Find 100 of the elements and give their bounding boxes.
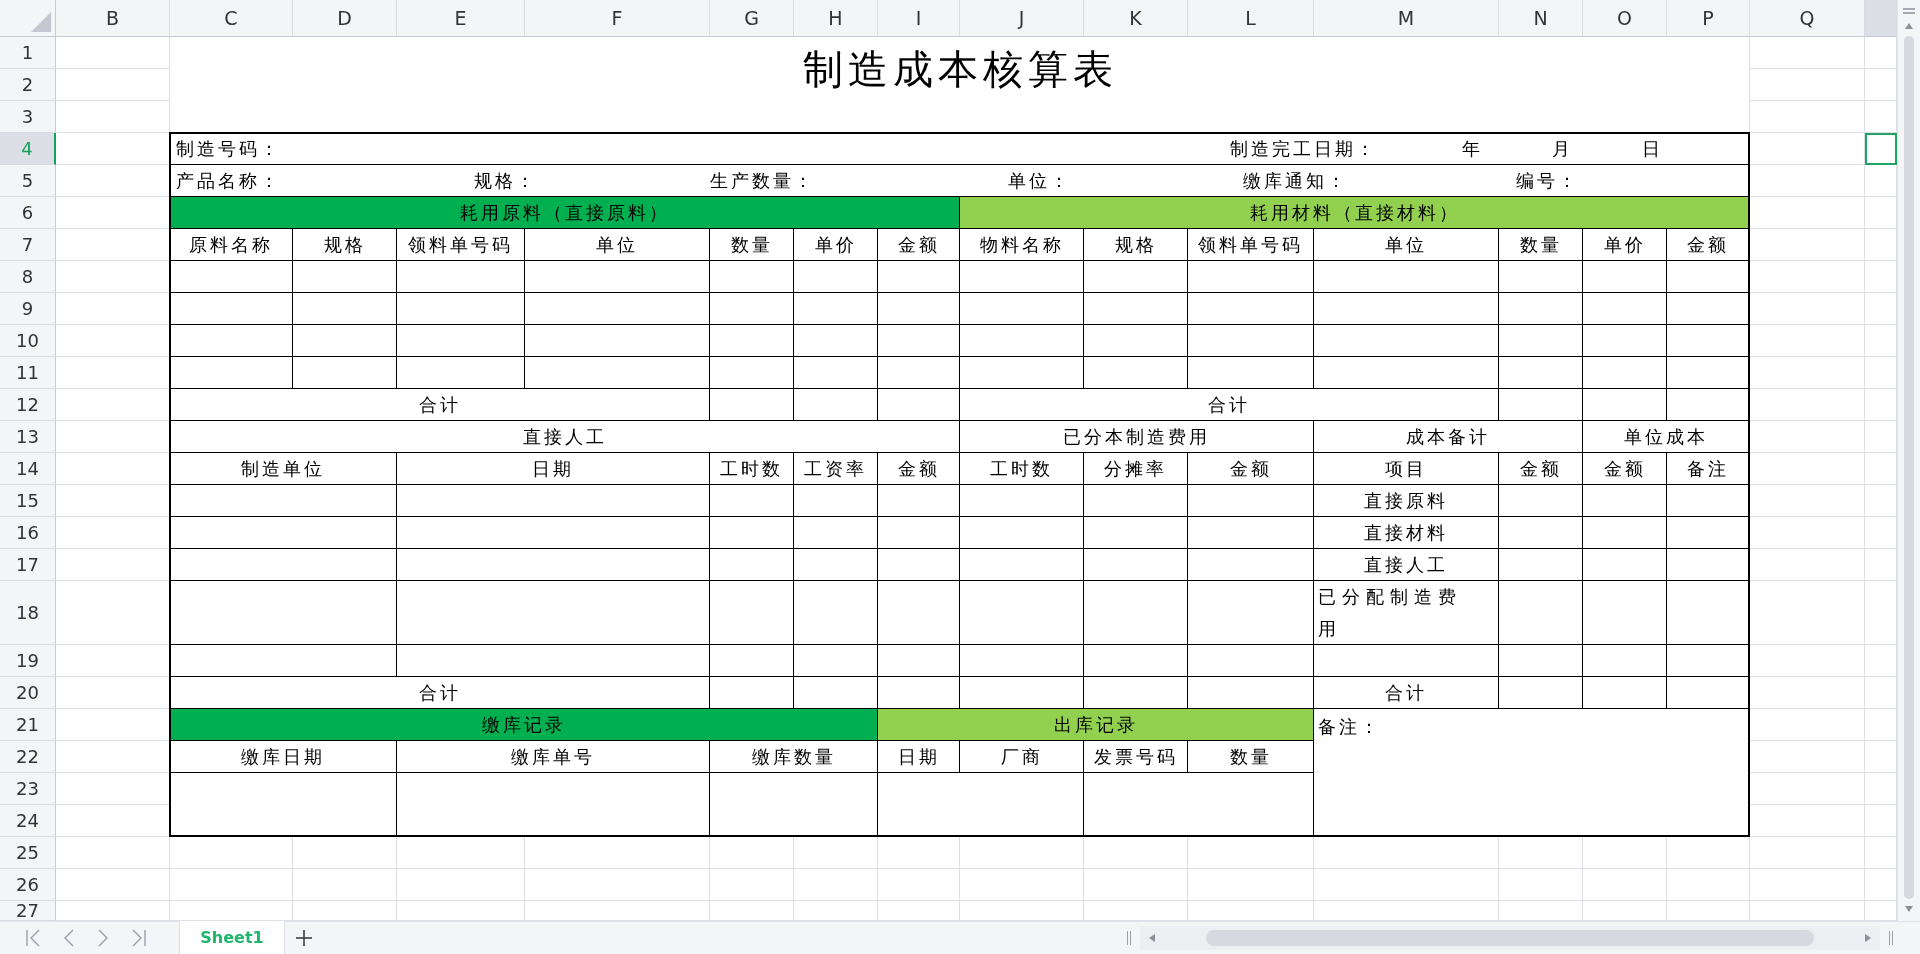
row-label: 直接人工	[1314, 549, 1499, 581]
row-header[interactable]: 25	[0, 837, 56, 869]
add-sheet-icon[interactable]	[295, 929, 313, 947]
scroll-up-icon[interactable]	[1904, 22, 1914, 30]
row-header[interactable]: 12	[0, 389, 56, 421]
row-header[interactable]: 22	[0, 741, 56, 773]
column-header: 数量	[1188, 741, 1314, 773]
column-header: 项目	[1314, 453, 1499, 485]
previous-sheet-icon[interactable]	[62, 928, 76, 948]
field-label: 制造完工日期：	[1230, 138, 1377, 161]
row-header[interactable]: 23	[0, 773, 56, 805]
column-header[interactable]: O	[1583, 0, 1667, 37]
first-sheet-icon[interactable]	[24, 928, 42, 948]
select-all-icon[interactable]	[31, 12, 51, 32]
field-label: 日	[1642, 138, 1663, 161]
row-label: 直接原料	[1314, 485, 1499, 517]
row-header[interactable]: 7	[0, 229, 56, 261]
selected-cell[interactable]	[1865, 133, 1897, 165]
column-header: 领料单号码	[397, 229, 525, 261]
column-header: 缴库数量	[710, 741, 878, 773]
split-icon[interactable]	[1902, 6, 1916, 16]
column-header: 制造单位	[170, 453, 397, 485]
column-header: 金额	[1499, 453, 1583, 485]
column-header: 单位	[525, 229, 710, 261]
row-label: 已分配制造费用	[1314, 581, 1499, 645]
column-header: 工时数	[710, 453, 794, 485]
column-header: 原料名称	[170, 229, 293, 261]
scroll-left-icon[interactable]	[1148, 933, 1156, 943]
field-label: 缴库通知：	[1243, 170, 1348, 193]
next-sheet-icon[interactable]	[96, 928, 110, 948]
column-header: 金额	[878, 453, 960, 485]
row-header[interactable]: 9	[0, 293, 56, 325]
column-header: 单价	[1583, 229, 1667, 261]
row-label: 直接材料	[1314, 517, 1499, 549]
field-label: 编号：	[1516, 170, 1579, 193]
row-header[interactable]: 13	[0, 421, 56, 453]
column-header: 缴库日期	[170, 741, 397, 773]
row-header[interactable]: 11	[0, 357, 56, 389]
row-header[interactable]: 2	[0, 69, 56, 101]
column-header: 已分本制造费用	[960, 421, 1314, 453]
column-header: 日期	[397, 453, 710, 485]
total-label: 合计	[170, 677, 710, 709]
column-header: 物料名称	[960, 229, 1084, 261]
row-header[interactable]: 10	[0, 325, 56, 357]
row-header[interactable]: 18	[0, 581, 56, 645]
row-header[interactable]: 27	[0, 901, 56, 921]
scroll-thumb[interactable]	[1904, 36, 1914, 899]
column-header[interactable]: M	[1314, 0, 1499, 37]
column-header[interactable]: E	[397, 0, 525, 37]
split-handle-icon[interactable]	[1126, 930, 1132, 946]
field-label: 产品名称：	[176, 170, 281, 193]
field-label: 规格：	[474, 170, 537, 193]
column-header: 直接人工	[170, 421, 960, 453]
column-header[interactable]: J	[960, 0, 1084, 37]
section-header: 耗用材料（直接材料）	[960, 197, 1750, 229]
scroll-down-icon[interactable]	[1904, 905, 1914, 913]
column-header[interactable]: Q	[1750, 0, 1865, 37]
row-header[interactable]: 14	[0, 453, 56, 485]
section-header: 缴库记录	[170, 709, 878, 741]
column-header: 单位	[1314, 229, 1499, 261]
column-header[interactable]: P	[1667, 0, 1750, 37]
field-label: 单位：	[1008, 170, 1071, 193]
last-sheet-icon[interactable]	[130, 928, 148, 948]
column-header[interactable]: N	[1499, 0, 1583, 37]
row-header[interactable]: 17	[0, 549, 56, 581]
split-handle-icon[interactable]	[1888, 930, 1894, 946]
column-header[interactable]: L	[1188, 0, 1314, 37]
column-header[interactable]: C	[170, 0, 293, 37]
section-header: 出库记录	[878, 709, 1314, 741]
total-label: 合计	[1314, 677, 1499, 709]
row-header[interactable]: 6	[0, 197, 56, 229]
column-header[interactable]: F	[525, 0, 710, 37]
row-header[interactable]: 26	[0, 869, 56, 901]
column-header[interactable]: G	[710, 0, 794, 37]
row-header[interactable]: 16	[0, 517, 56, 549]
column-header[interactable]: B	[56, 0, 170, 37]
column-header: 金额	[1583, 453, 1667, 485]
column-header[interactable]: K	[1084, 0, 1188, 37]
row-header[interactable]: 8	[0, 261, 56, 293]
column-header: 工资率	[794, 453, 878, 485]
column-header[interactable]: D	[293, 0, 397, 37]
section-header: 耗用原料（直接原料）	[170, 197, 960, 229]
column-header[interactable]: H	[794, 0, 878, 37]
column-header: 缴库单号	[397, 741, 710, 773]
row-header[interactable]: 20	[0, 677, 56, 709]
column-header[interactable]	[1865, 0, 1897, 37]
row-header[interactable]: 24	[0, 805, 56, 837]
row-header[interactable]: 3	[0, 101, 56, 133]
column-header: 领料单号码	[1188, 229, 1314, 261]
scroll-right-icon[interactable]	[1864, 933, 1872, 943]
row-header[interactable]: 15	[0, 485, 56, 517]
row-header[interactable]: 19	[0, 645, 56, 677]
column-header[interactable]: I	[878, 0, 960, 37]
column-header: 规格	[1084, 229, 1188, 261]
row-header[interactable]: 5	[0, 165, 56, 197]
row-header[interactable]: 21	[0, 709, 56, 741]
row-header[interactable]: 1	[0, 37, 56, 69]
field-label: 月	[1552, 138, 1573, 161]
column-header: 日期	[878, 741, 960, 773]
column-header: 发票号码	[1084, 741, 1188, 773]
